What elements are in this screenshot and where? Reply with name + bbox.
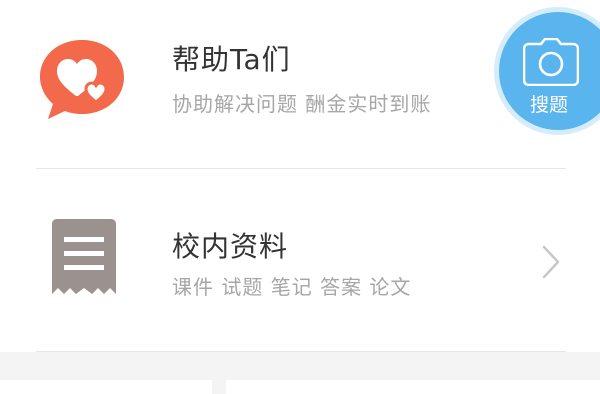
next-card-left xyxy=(0,380,212,394)
heart-bubble-icon xyxy=(40,40,124,119)
camera-icon xyxy=(523,38,579,86)
help-others-title: 帮助Ta们 xyxy=(172,43,291,76)
campus-materials-item[interactable]: 校内资料 课件 试题 笔记 答案 论文 xyxy=(0,169,600,351)
discover-page: 帮助Ta们 协助解决问题 酬金实时到账 校内资料 课件 试题 笔记 答案 论文 … xyxy=(0,0,600,394)
help-others-subtitle: 协助解决问题 酬金实时到账 xyxy=(172,92,432,116)
next-card-right xyxy=(226,380,600,394)
campus-materials-subtitle: 课件 试题 笔记 答案 论文 xyxy=(172,275,412,299)
chevron-right-icon xyxy=(542,245,560,279)
campus-materials-title: 校内资料 xyxy=(172,230,289,263)
photo-search-label: 搜题 xyxy=(530,94,569,116)
receipt-icon xyxy=(52,219,116,294)
